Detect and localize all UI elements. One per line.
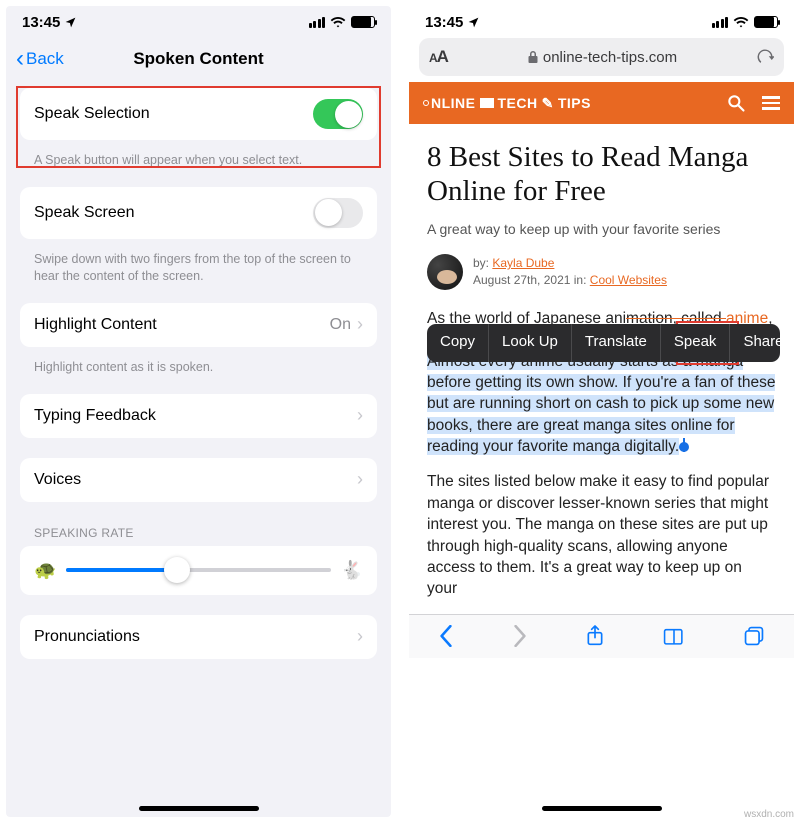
location-icon [64,16,77,29]
row-label: Typing Feedback [34,407,156,425]
popup-copy[interactable]: Copy [427,324,489,362]
popup-lookup[interactable]: Look Up [489,324,572,362]
cellular-signal-icon [712,17,729,28]
selected-text[interactable]: Almost every anime usually starts as a m… [427,353,775,456]
footer-highlight: Highlight content as it is spoken. [6,353,391,376]
row-label: Speak Selection [34,105,150,123]
tortoise-icon: 🐢 [34,560,56,581]
lock-icon [527,50,539,64]
group-speak-selection: Speak Selection [20,88,377,140]
wifi-icon [733,16,749,28]
home-indicator[interactable] [542,806,662,811]
article-date: August 27th, 2021 [473,273,570,287]
group-speaking-rate: 🐢 🐇 [20,546,377,595]
article-title: 8 Best Sites to Read Manga Online for Fr… [427,140,776,208]
status-time: 13:45 [425,14,463,31]
toggle-speak-screen[interactable] [313,198,363,228]
battery-icon [351,16,375,28]
byline: by: Kayla Dube August 27th, 2021 in: Coo… [427,254,776,290]
status-time: 13:45 [22,14,60,31]
wifi-icon [330,16,346,28]
group-typing: Typing Feedback › [20,394,377,438]
address-bar[interactable]: AA online-tech-tips.com [419,38,784,76]
reader-aa-icon[interactable]: AA [429,47,448,67]
section-speaking-rate: SPEAKING RATE [6,522,391,546]
group-highlight: Highlight Content On › [20,303,377,347]
group-voices: Voices › [20,458,377,502]
row-pronunciations[interactable]: Pronunciations › [20,615,377,659]
selection-popup: Copy Look Up Translate Speak Share… [427,324,780,362]
address-domain: online-tech-tips.com [543,49,677,66]
reload-icon[interactable] [756,48,774,66]
share-icon[interactable] [585,624,605,648]
settings-phone: 13:45 ‹ Back Spoken Content Speak Select… [6,6,391,817]
paragraph-2: The sites listed below make it easy to f… [427,471,776,599]
bookmarks-icon[interactable] [663,626,685,646]
battery-icon [754,16,778,28]
chevron-right-icon: › [357,626,363,647]
popup-speak[interactable]: Speak [661,324,731,362]
row-label: Voices [34,471,81,489]
safari-toolbar [409,614,794,658]
author-link[interactable]: Kayla Dube [492,256,554,270]
article: 8 Best Sites to Read Manga Online for Fr… [409,124,794,614]
site-banner: NLINE TECH ✎ TIPS [409,82,794,124]
status-bar: 13:45 [6,6,391,36]
selection-end-handle[interactable] [679,442,689,452]
tabs-icon[interactable] [743,625,765,647]
chevron-right-icon: › [357,314,363,335]
footer-speak-selection: A Speak button will appear when you sele… [6,146,391,169]
nav-bar: ‹ Back Spoken Content [6,36,391,82]
row-typing-feedback[interactable]: Typing Feedback › [20,394,377,438]
paragraph-1: As the world of Japanese animation, call… [427,308,776,458]
article-subtitle: A great way to keep up with your favorit… [427,220,776,239]
speaking-rate-slider[interactable] [66,568,330,572]
footer-speak-screen: Swipe down with two fingers from the top… [6,245,391,285]
row-value: On [330,316,351,334]
row-speak-selection[interactable]: Speak Selection [20,88,377,140]
row-label: Speak Screen [34,204,135,222]
chevron-right-icon: › [357,469,363,490]
popup-share[interactable]: Share… [730,324,780,362]
search-icon[interactable] [726,93,746,113]
menu-icon[interactable] [762,96,780,110]
row-voices[interactable]: Voices › [20,458,377,502]
category-link[interactable]: Cool Websites [590,273,667,287]
by-prefix: by: [473,256,489,270]
location-icon [467,16,480,29]
row-label: Pronunciations [34,628,140,646]
settings-list: Speak Selection A Speak button will appe… [6,82,391,817]
row-speaking-rate[interactable]: 🐢 🐇 [20,546,377,595]
status-bar: 13:45 [409,6,794,36]
popup-translate[interactable]: Translate [572,324,661,362]
cellular-signal-icon [309,17,326,28]
rabbit-icon: 🐇 [341,560,363,581]
safari-phone: 13:45 AA online-tech-tips.com NLINE [409,6,794,817]
watermark: wsxdn.com [744,809,794,820]
row-label: Highlight Content [34,316,157,334]
forward-icon [512,625,528,647]
chevron-right-icon: › [357,405,363,426]
home-indicator[interactable] [139,806,259,811]
group-speak-screen: Speak Screen [20,187,377,239]
site-logo[interactable]: NLINE TECH ✎ TIPS [423,95,591,112]
back-icon[interactable] [438,625,454,647]
avatar [427,254,463,290]
row-highlight-content[interactable]: Highlight Content On › [20,303,377,347]
page-title: Spoken Content [6,49,391,69]
group-pronunciations: Pronunciations › [20,615,377,659]
toggle-speak-selection[interactable] [313,99,363,129]
row-speak-screen[interactable]: Speak Screen [20,187,377,239]
